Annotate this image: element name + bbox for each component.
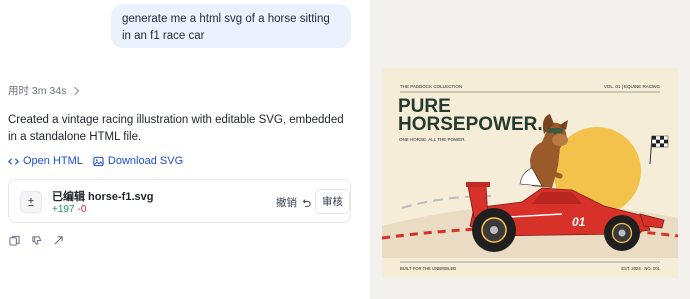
elapsed-label: 用时 3m 34s <box>8 85 67 97</box>
message-actions <box>8 234 64 246</box>
poster-illustration: THE PADDOCK COLLECTION VOL. 01 | EQUINE … <box>382 68 678 278</box>
undo-icon <box>302 198 311 207</box>
undo-label: 撤销 <box>276 197 297 209</box>
poster-footer-left: BUILT FOR THE UNBRIDLED <box>400 266 456 271</box>
download-svg-label: Download SVG <box>107 155 184 167</box>
copy-icon[interactable] <box>8 234 20 246</box>
open-html-link[interactable]: Open HTML <box>8 155 83 167</box>
file-change-card[interactable]: 已编辑 horse-f1.svg +197 -0 撤销 审核 <box>8 179 351 223</box>
download-svg-link[interactable]: Download SVG <box>93 155 183 167</box>
assistant-reply: Created a vintage racing illustration wi… <box>8 114 344 143</box>
result-links: Open HTML Download SVG <box>8 155 183 167</box>
chevron-right-icon <box>71 86 80 95</box>
deletions-count: -0 <box>77 204 87 215</box>
additions-count: +197 <box>52 204 75 215</box>
diff-stats: +197 -0 <box>52 204 86 215</box>
undo-button[interactable]: 撤销 <box>271 192 316 213</box>
poster-volume: VOL. 01 | EQUINE RACING <box>604 84 661 89</box>
user-message-bubble: generate me a html svg of a horse sittin… <box>111 4 351 48</box>
elapsed-time[interactable]: 用时 3m 34s <box>8 83 80 98</box>
preview-panel: THE PADDOCK COLLECTION VOL. 01 | EQUINE … <box>370 0 690 299</box>
poster-title-line2: HORSEPOWER. <box>398 114 543 135</box>
open-html-label: Open HTML <box>23 155 83 167</box>
rear-wheel <box>472 208 516 252</box>
front-wheel <box>604 215 640 251</box>
file-name: 已编辑 horse-f1.svg <box>52 191 154 203</box>
review-button[interactable]: 审核 <box>315 189 350 214</box>
poster-footer-right: EST. 2024 · NO. 001 <box>621 266 660 271</box>
image-icon <box>93 156 104 166</box>
share-icon[interactable] <box>52 234 64 246</box>
poster-collection: THE PADDOCK COLLECTION <box>400 84 462 89</box>
poster-subtitle: ONE HORSE. ALL THE POWER. <box>399 137 466 142</box>
chat-panel: generate me a html svg of a horse sittin… <box>0 0 370 299</box>
thumbs-down-icon[interactable] <box>30 234 42 246</box>
code-icon <box>8 157 19 165</box>
car-number: 01 <box>572 215 586 229</box>
file-diff-icon <box>20 191 42 213</box>
